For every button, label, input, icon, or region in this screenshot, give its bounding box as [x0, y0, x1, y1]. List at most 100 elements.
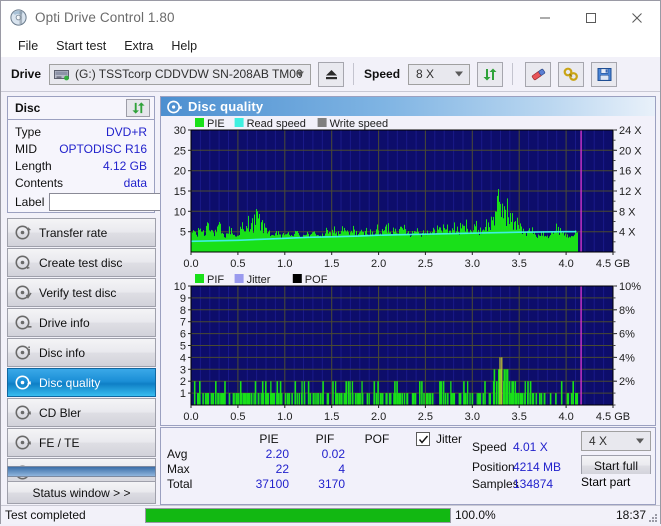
- progress-bar: [145, 507, 451, 523]
- svg-text:1.5: 1.5: [324, 411, 339, 423]
- svg-text:10: 10: [174, 281, 186, 293]
- elapsed-time: 18:37: [615, 508, 646, 522]
- disc-mid-value: OPTODISC R16: [59, 141, 147, 156]
- drive-select[interactable]: (G:) TSSTcorp CDDVDW SN-208AB TM00: [49, 63, 312, 85]
- sidebar-item-verify-test-disc[interactable]: Verify test disc: [7, 278, 156, 307]
- svg-text:4.5 GB: 4.5 GB: [596, 258, 630, 270]
- sidebar-item-drive-info[interactable]: Drive info: [7, 308, 156, 337]
- stats-speed-label: Speed: [472, 440, 507, 454]
- svg-text:8%: 8%: [619, 305, 635, 317]
- svg-text:1.0: 1.0: [277, 411, 292, 423]
- stats-col-pof: POF: [364, 432, 390, 446]
- disc-panel: Disc Type DVD+R MID OPTODISC R16 Length …: [7, 96, 229, 213]
- start-part-button[interactable]: Start part: [581, 475, 651, 497]
- disc-panel-header: Disc: [8, 97, 154, 120]
- sidebar-item-cd-bler[interactable]: CD Bler: [7, 398, 156, 427]
- sidebar-divider: [7, 466, 156, 477]
- window-controls: [522, 1, 660, 34]
- pif-chart[interactable]: PIF Jitter POF 1 2 3 4 5 6 7 8 9 10 2% 4% 6% 8% 10% 0.0 0.5…: [161, 272, 655, 425]
- stats-row-total: Total: [167, 477, 193, 491]
- sidebar-item-disc-info[interactable]: Disc info: [7, 338, 156, 367]
- menu-start-test[interactable]: Start test: [47, 37, 115, 55]
- speed-select[interactable]: 8 X: [408, 63, 471, 85]
- sidebar-item-label: Verify test disc: [39, 285, 117, 300]
- test-speed-select[interactable]: 4 X: [581, 431, 651, 451]
- app-window: Opti Drive Control 1.80 File Start test …: [0, 0, 661, 524]
- svg-text:2.0: 2.0: [371, 411, 386, 423]
- svg-text:1.5: 1.5: [324, 258, 339, 270]
- svg-text:3: 3: [180, 364, 186, 376]
- stats-panel: PIE PIF POF Jitter Avg Max 2.20 0.02 22 …: [160, 427, 656, 480]
- svg-text:20 X: 20 X: [619, 145, 642, 157]
- sidebar-item-create-test-disc[interactable]: Create test disc: [7, 248, 156, 277]
- sidebar-item-label: CD Bler: [39, 405, 82, 420]
- minimize-button[interactable]: [522, 1, 568, 34]
- disc-icon: [15, 405, 32, 420]
- disc-length-value: 4.12 GB: [102, 158, 147, 173]
- app-icon: [10, 9, 27, 26]
- disc-icon: [15, 315, 32, 330]
- tools-button[interactable]: [558, 61, 585, 87]
- drive-icon: [54, 67, 70, 81]
- menu-extra[interactable]: Extra: [115, 37, 162, 55]
- svg-text:Jitter: Jitter: [247, 274, 271, 286]
- svg-text:POF: POF: [305, 274, 328, 286]
- svg-text:PIF: PIF: [207, 274, 224, 286]
- svg-text:1: 1: [180, 388, 186, 400]
- disc-row-mid: MID OPTODISC R16: [8, 140, 154, 157]
- jitter-label: Jitter: [436, 432, 463, 446]
- sidebar-item-label: FE / TE: [39, 435, 80, 450]
- close-button[interactable]: [614, 1, 660, 34]
- svg-text:6%: 6%: [619, 329, 635, 341]
- svg-text:0.0: 0.0: [183, 258, 198, 270]
- jitter-checkbox[interactable]: [416, 432, 430, 446]
- svg-text:8: 8: [180, 305, 186, 317]
- svg-text:Write speed: Write speed: [330, 118, 389, 130]
- svg-text:9: 9: [180, 293, 186, 305]
- disc-icon: [15, 255, 32, 270]
- disc-row-contents: Contents data: [8, 174, 154, 191]
- refresh-button[interactable]: [477, 61, 504, 87]
- sidebar-item-label: Disc quality: [39, 375, 101, 390]
- sidebar-item-transfer-rate[interactable]: Transfer rate: [7, 218, 156, 247]
- save-button[interactable]: [591, 61, 618, 87]
- svg-text:3.0: 3.0: [465, 411, 480, 423]
- sidebar-item-fe-te[interactable]: FE / TE: [7, 428, 156, 457]
- sidebar-item-label: Create test disc: [39, 255, 123, 270]
- svg-text:4: 4: [180, 352, 186, 364]
- maximize-button[interactable]: [568, 1, 614, 34]
- pie-chart[interactable]: PIE Read speed Write speed 5 10 15 20 25 30 4 X 8 …: [161, 116, 655, 272]
- stats-position-label: Position: [472, 460, 515, 474]
- disc-label-label: Label: [15, 195, 45, 209]
- menu-file[interactable]: File: [9, 37, 47, 55]
- start-full-button[interactable]: Start full: [581, 455, 651, 476]
- drive-value: (G:) TSSTcorp CDDVDW SN-208AB TM00: [75, 67, 303, 81]
- test-speed-value: 4 X: [589, 434, 608, 448]
- erase-button[interactable]: [525, 61, 552, 87]
- sidebar-item-label: Drive info: [39, 315, 90, 330]
- disc-type-value: DVD+R: [105, 124, 147, 139]
- status-window-button[interactable]: Status window > >: [7, 481, 156, 504]
- stats-total-pif: 3170: [318, 477, 345, 491]
- svg-text:2: 2: [180, 376, 186, 388]
- svg-text:3.5: 3.5: [512, 258, 527, 270]
- resize-grip[interactable]: [646, 511, 658, 523]
- charts-area: PIE Read speed Write speed 5 10 15 20 25 30 4 X8 …: [161, 116, 655, 425]
- progress-bar-fill: [146, 508, 450, 522]
- menu-help[interactable]: Help: [162, 37, 206, 55]
- page-title: Disc quality: [188, 99, 264, 114]
- svg-text:Read speed: Read speed: [247, 118, 306, 130]
- svg-text:7: 7: [180, 317, 186, 329]
- stats-avg-pif: 0.02: [321, 447, 345, 461]
- sidebar-nav: Transfer rate Create test disc Verify te…: [7, 218, 156, 488]
- sidebar-item-disc-quality[interactable]: Disc quality: [7, 368, 156, 397]
- menu-bar: File Start test Extra Help: [1, 34, 660, 57]
- svg-text:2.5: 2.5: [418, 411, 433, 423]
- eject-button[interactable]: [318, 61, 345, 87]
- disc-refresh-button[interactable]: [126, 99, 150, 117]
- svg-text:12 X: 12 X: [619, 186, 642, 198]
- svg-text:4 X: 4 X: [619, 227, 636, 239]
- toolbar-separator-2: [512, 63, 514, 85]
- disc-row-label: Label: [8, 191, 229, 213]
- disc-icon: [15, 225, 32, 240]
